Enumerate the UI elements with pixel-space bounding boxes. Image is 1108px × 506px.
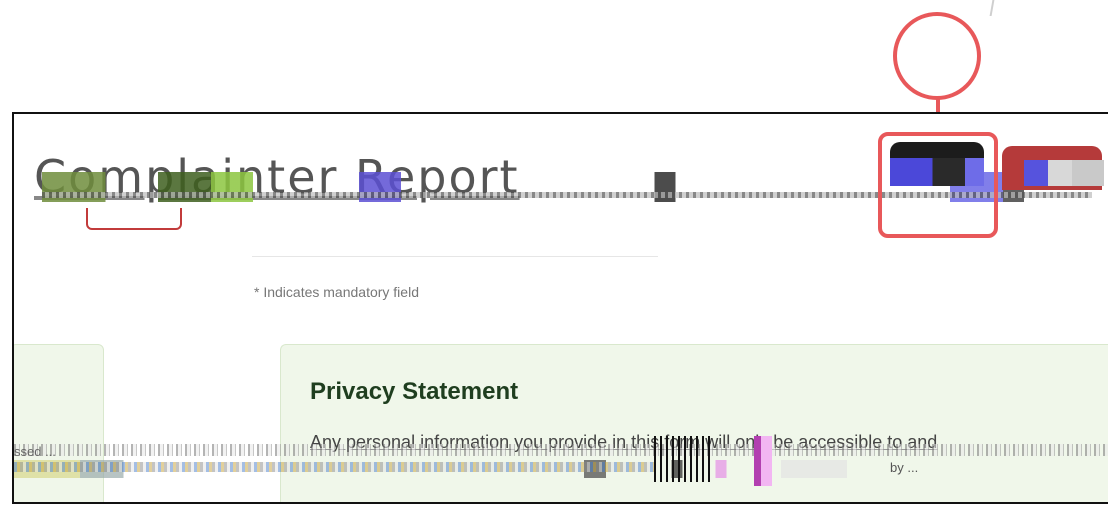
red-button-artifact (1024, 160, 1104, 186)
render-artifact-row (14, 444, 1108, 456)
render-artifact-bars (654, 436, 714, 482)
privacy-title: Privacy Statement (310, 378, 519, 405)
outline-button[interactable] (86, 208, 182, 230)
callout-circle (893, 12, 981, 100)
render-artifact-block (754, 436, 772, 486)
header-divider (252, 256, 658, 257)
side-panel (14, 344, 104, 502)
mandatory-field-note: * Indicates mandatory field (254, 284, 419, 300)
right-snippet-text: by ... (890, 460, 919, 475)
callout-highlight-box (878, 132, 998, 238)
left-snippet-text: ssed ... (14, 444, 56, 459)
pen-stroke (989, 0, 995, 16)
render-artifact-row (14, 462, 654, 472)
